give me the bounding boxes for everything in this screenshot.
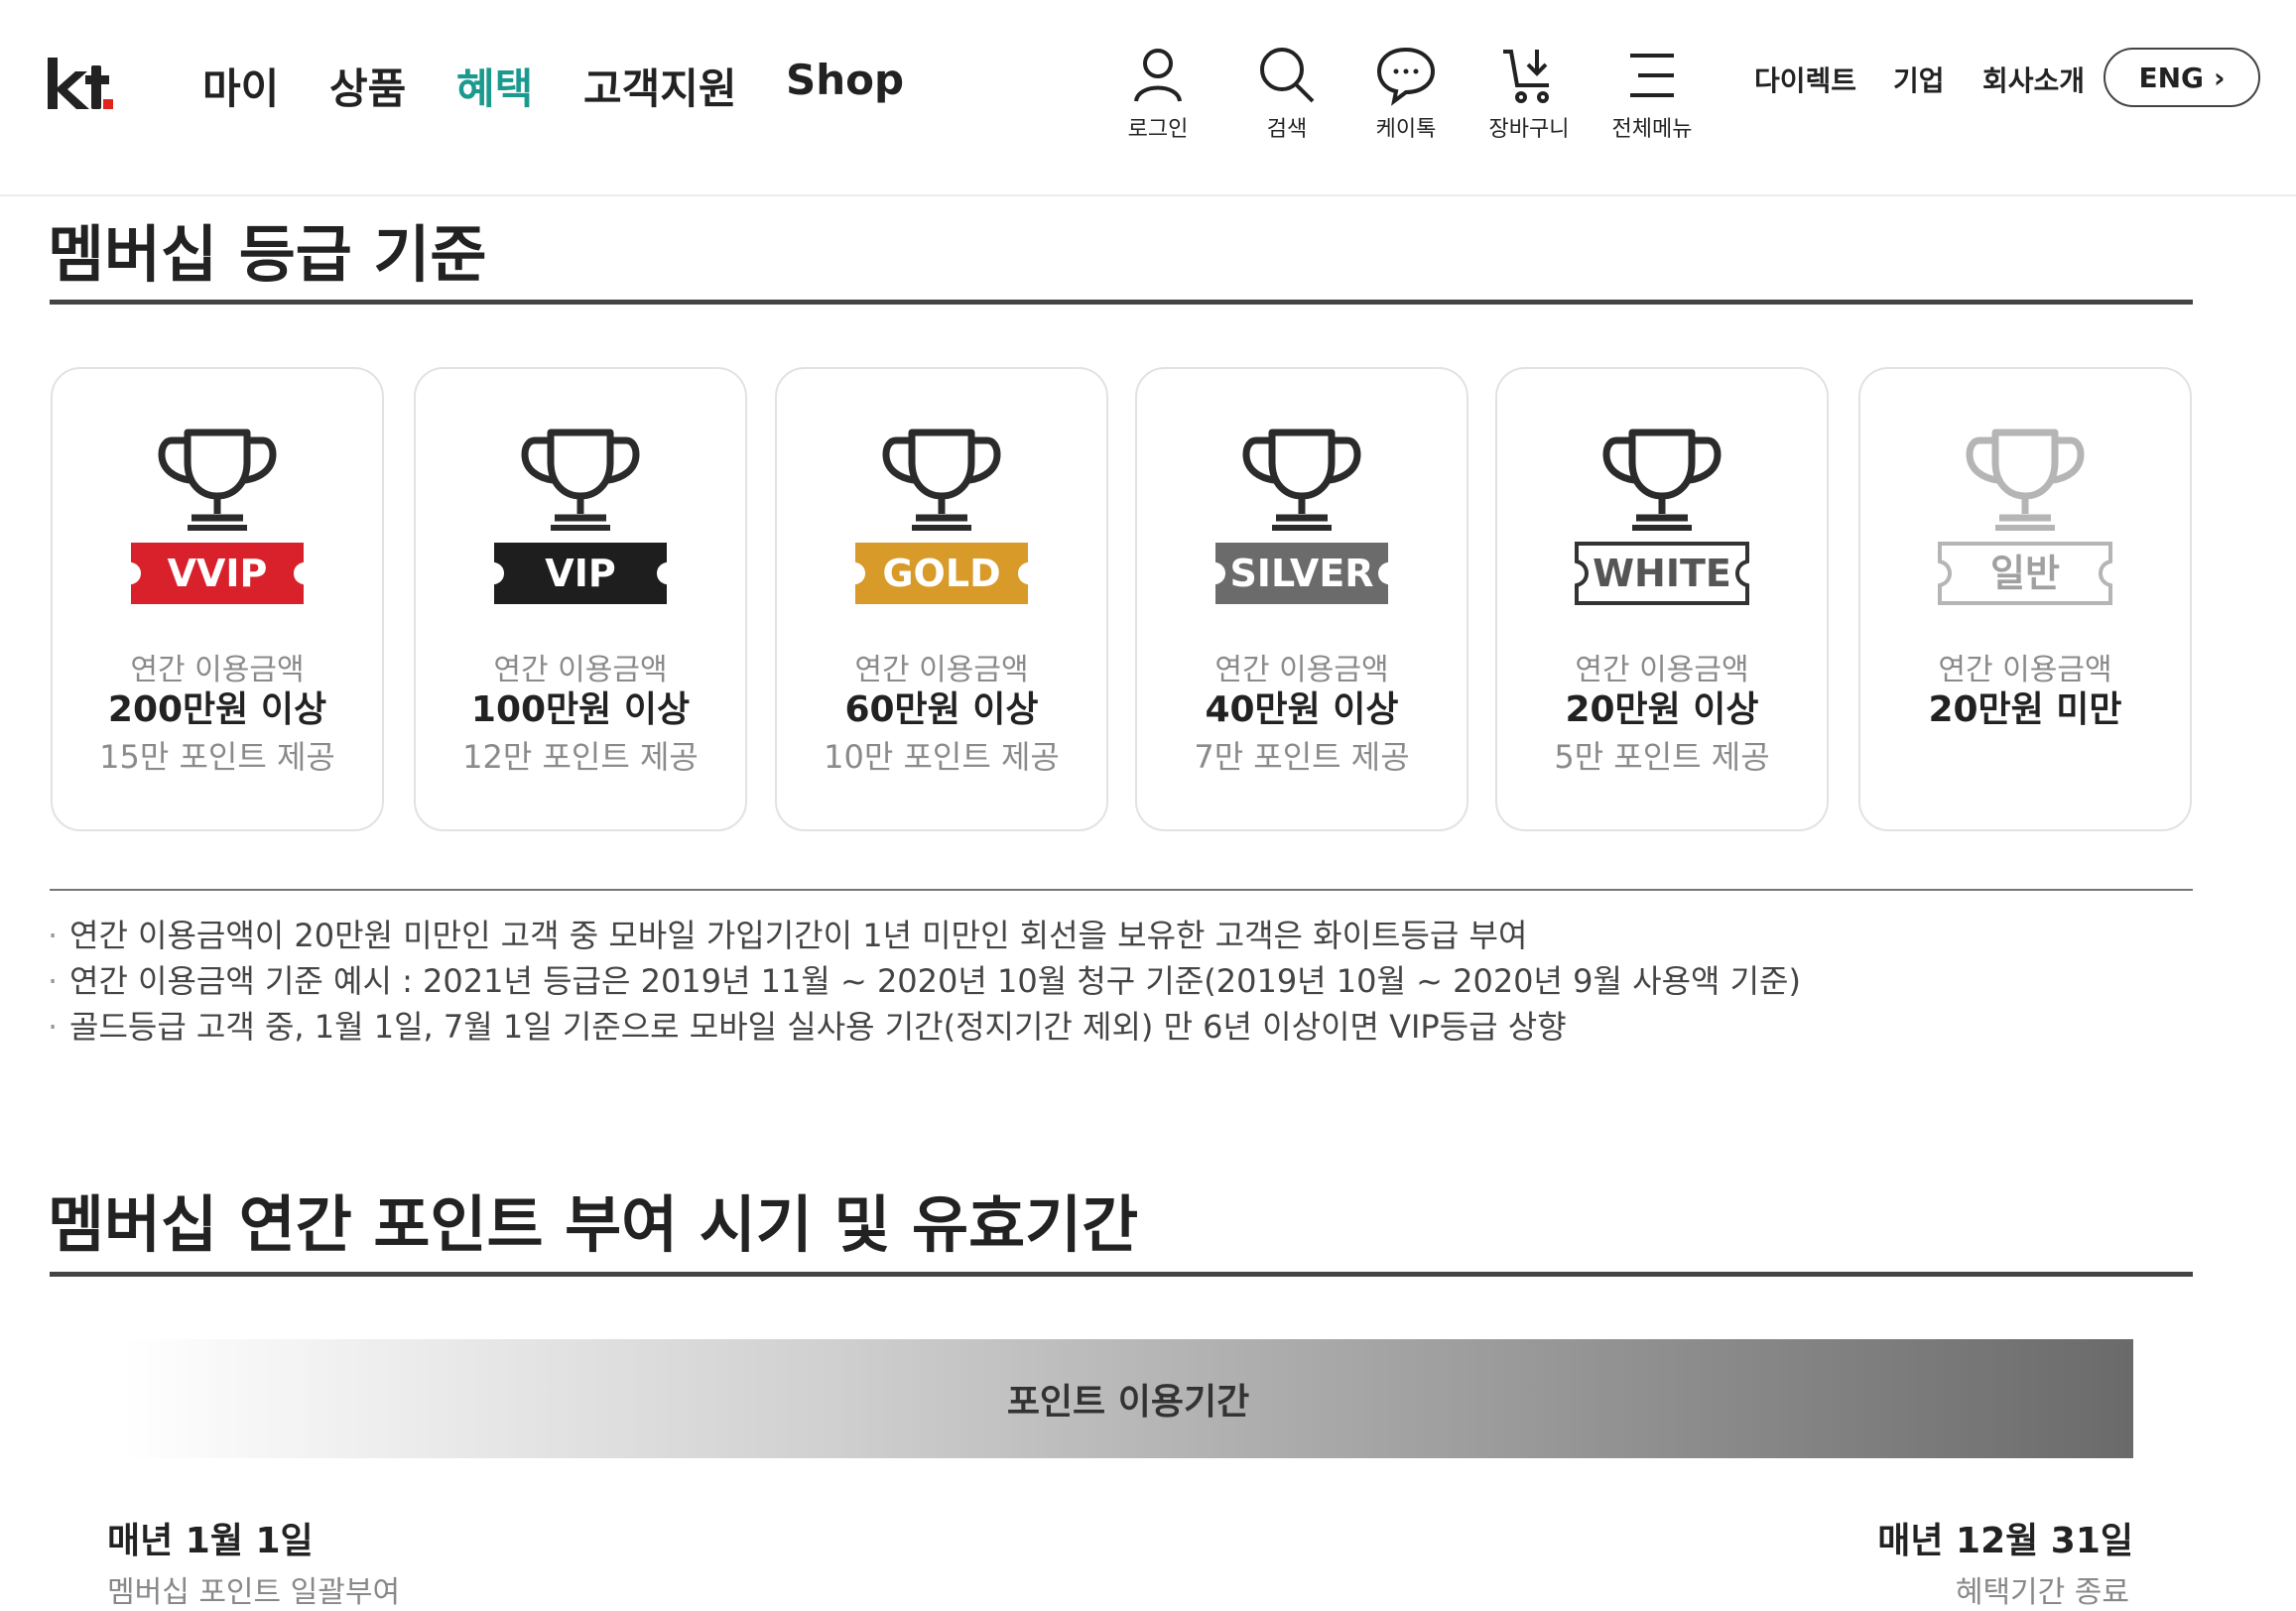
period-start-desc: 멤버십 포인트 일괄부여 xyxy=(107,1575,401,1610)
points-provided: 10만 포인트 제공 xyxy=(824,738,1060,776)
cart-label: 장바구니 xyxy=(1488,117,1570,142)
point-period-bar: 포인트 이용기간 xyxy=(123,1339,2133,1458)
user-icon xyxy=(1134,49,1182,102)
point-period-label: 포인트 이용기간 xyxy=(1006,1382,1250,1423)
search-icon xyxy=(1260,48,1315,103)
chat-icon xyxy=(1376,47,1436,106)
grade-card: VVIP 연간 이용금액 200만원 이상 15만 포인트 제공 xyxy=(51,367,384,831)
period-start-date: 매년 1월 1일 xyxy=(107,1521,314,1561)
login-button[interactable]: 로그인 xyxy=(1103,44,1212,143)
grade-section-title: 멤버십 등급 기준 xyxy=(48,218,487,291)
eng-label: ENG xyxy=(2138,61,2204,94)
period-section-title: 멤버십 연간 포인트 부여 시기 및 유효기간 xyxy=(48,1188,1139,1261)
trophy-icon xyxy=(521,429,640,531)
note-item: · 연간 이용금액 기준 예시 : 2021년 등급은 2019년 11월 ~ 2… xyxy=(48,962,1801,1000)
note-item: · 골드등급 고객 중, 1월 1일, 7월 1일 기준으로 모바일 실사용 기간… xyxy=(48,1008,1567,1046)
eng-language-button[interactable]: ENG › xyxy=(2104,48,2260,107)
search-label: 검색 xyxy=(1266,117,1308,142)
points-provided: 15만 포인트 제공 xyxy=(99,738,335,776)
points-provided: 12만 포인트 제공 xyxy=(462,738,699,776)
trophy-icon xyxy=(882,429,1001,531)
annual-usage-amount: 20만원 이상 xyxy=(1565,689,1759,730)
notes-divider xyxy=(50,889,2193,891)
nav-shop[interactable]: Shop xyxy=(786,56,904,104)
grade-card: VIP 연간 이용금액 100만원 이상 12만 포인트 제공 xyxy=(414,367,747,831)
trophy-icon xyxy=(1602,429,1722,531)
period-end-date: 매년 12월 31일 xyxy=(1877,1521,2133,1561)
grade-card: GOLD 연간 이용금액 60만원 이상 10만 포인트 제공 xyxy=(775,367,1108,831)
grade-card: SILVER 연간 이용금액 40만원 이상 7만 포인트 제공 xyxy=(1135,367,1468,831)
link-company[interactable]: 회사소개 xyxy=(1982,60,2085,99)
annual-usage-amount: 100만원 이상 xyxy=(470,689,691,730)
link-enterprise[interactable]: 기업 xyxy=(1893,60,1945,99)
grade-name: VIP xyxy=(545,552,616,595)
grade-card: 일반 연간 이용금액 20만원 미만 xyxy=(1858,367,2192,831)
cart-icon xyxy=(1503,50,1549,103)
grade-name: VVIP xyxy=(167,552,268,595)
nav-benefits[interactable]: 혜택 xyxy=(456,56,533,116)
grade-name: GOLD xyxy=(882,552,1001,595)
points-provided: 7만 포인트 제공 xyxy=(1194,738,1410,776)
login-label: 로그인 xyxy=(1127,117,1189,142)
grade-name: 일반 xyxy=(1990,552,2060,595)
kt-logo[interactable]: kt xyxy=(46,54,117,115)
search-button[interactable]: 검색 xyxy=(1232,44,1341,143)
grade-name: WHITE xyxy=(1593,552,1731,595)
cart-button[interactable]: 장바구니 xyxy=(1474,44,1584,143)
trophy-icon xyxy=(1966,429,2085,531)
nav-products[interactable]: 상품 xyxy=(329,56,406,116)
period-end-desc: 혜택기간 종료 xyxy=(1955,1575,2129,1610)
all-menu-button[interactable]: 전체메뉴 xyxy=(1597,44,1707,143)
annual-usage-amount: 40만원 이상 xyxy=(1205,689,1399,730)
ktalk-button[interactable]: 케이톡 xyxy=(1351,44,1461,143)
points-provided: 5만 포인트 제공 xyxy=(1554,738,1770,776)
all-menu-label: 전체메뉴 xyxy=(1611,117,1693,142)
note-item: · 연간 이용금액이 20만원 미만인 고객 중 모바일 가입기간이 1년 미만인… xyxy=(48,917,1528,954)
grade-section-rule xyxy=(50,300,2193,305)
nav-support[interactable]: 고객지원 xyxy=(583,56,737,116)
ktalk-label: 케이톡 xyxy=(1375,117,1437,142)
chevron-right-icon: › xyxy=(2214,61,2226,94)
annual-usage-amount: 60만원 이상 xyxy=(844,689,1039,730)
annual-usage-amount: 20만원 미만 xyxy=(1928,689,2122,730)
link-direct[interactable]: 다이렉트 xyxy=(1754,60,1856,99)
trophy-icon xyxy=(158,429,277,531)
trophy-icon xyxy=(1242,429,1361,531)
menu-icon xyxy=(1630,54,1674,97)
global-header: kt 마이 상품 혜택 고객지원 Shop 로그인 검색 케이톡 xyxy=(0,0,2296,196)
period-section-rule xyxy=(50,1272,2193,1277)
grade-card: WHITE 연간 이용금액 20만원 이상 5만 포인트 제공 xyxy=(1495,367,1829,831)
nav-my[interactable]: 마이 xyxy=(202,56,279,116)
annual-usage-amount: 200만원 이상 xyxy=(107,689,327,730)
grade-name: SILVER xyxy=(1229,552,1374,595)
